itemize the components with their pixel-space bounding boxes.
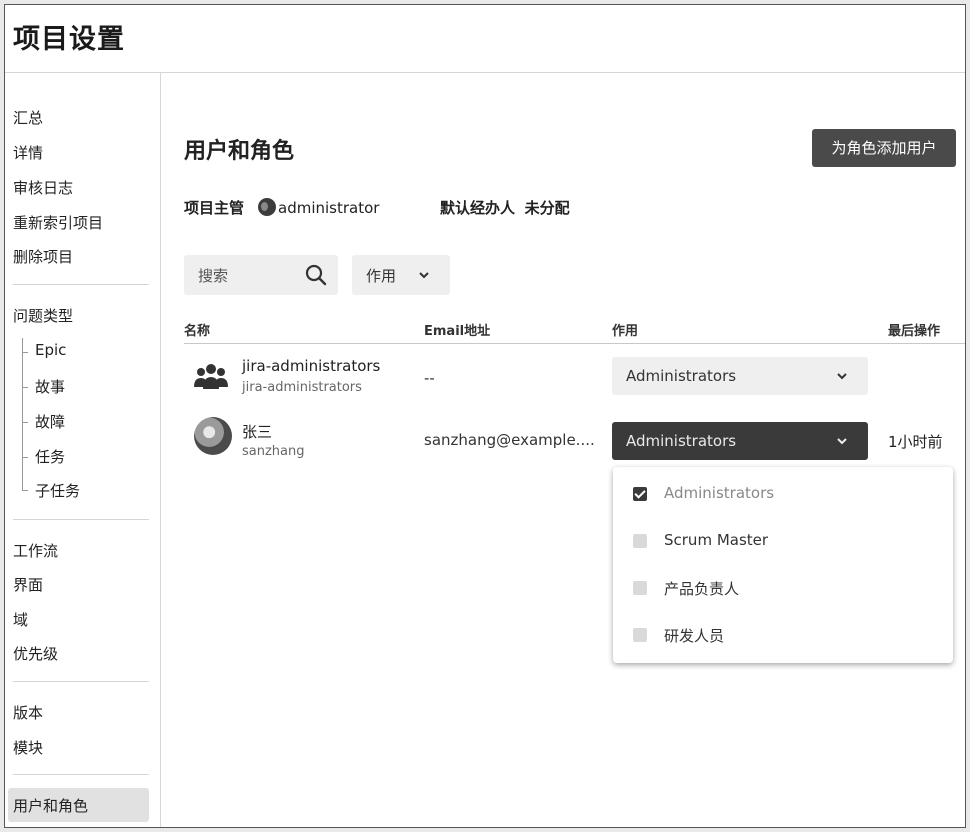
sidebar-item-users-and-roles[interactable]: 用户和角色 <box>8 788 149 822</box>
user-avatar-icon <box>258 198 277 216</box>
sidebar-item-priorities[interactable]: 优先级 <box>13 643 58 664</box>
project-settings-window: 项目设置 汇总 详情 审核日志 重新索引项目 删除项目 问题类型 Epic 故事… <box>4 4 966 828</box>
sidebar-item-details[interactable]: 详情 <box>13 142 43 163</box>
sidebar-item-workflows[interactable]: 工作流 <box>13 540 58 561</box>
checkbox-icon[interactable] <box>633 581 647 595</box>
sidebar-item-audit-log[interactable]: 审核日志 <box>13 177 73 198</box>
tree-tick <box>22 457 28 458</box>
chevron-down-icon <box>837 373 847 380</box>
role-filter-label: 作用 <box>366 267 397 285</box>
column-header-email[interactable]: Email地址 <box>424 320 490 339</box>
tree-tick <box>22 387 28 388</box>
column-header-name[interactable]: 名称 <box>184 320 210 339</box>
role-option-label: 产品负责人 <box>664 580 740 598</box>
main-content: 用户和角色 为角色添加用户 项目主管 administrator 默认经办人 未分… <box>162 73 965 827</box>
search-icon[interactable] <box>304 263 328 287</box>
default-assignee-label: 默认经办人 <box>440 199 516 217</box>
sidebar-item-fields[interactable]: 域 <box>13 609 28 630</box>
project-lead: 项目主管 administrator <box>184 197 379 218</box>
sidebar-item-summary[interactable]: 汇总 <box>13 107 43 128</box>
search-placeholder: 搜索 <box>198 267 229 285</box>
sidebar-item-subtask[interactable]: 子任务 <box>35 480 80 501</box>
user-name[interactable]: 张三 <box>242 421 272 442</box>
table-row: jira-administrators jira-administrators … <box>184 347 965 409</box>
sidebar-divider <box>13 519 149 520</box>
sidebar-item-task[interactable]: 任务 <box>35 446 65 467</box>
sidebar-item-bug[interactable]: 故障 <box>35 411 65 432</box>
role-option-label: 研发人员 <box>664 627 725 645</box>
user-email: sanzhang@example.... <box>424 431 595 449</box>
table-row: 张三 sanzhang sanzhang@example.... Adminis… <box>184 411 965 473</box>
page-title: 用户和角色 <box>184 139 295 164</box>
sidebar-divider <box>13 284 149 285</box>
avatar <box>194 417 232 455</box>
checkbox-icon[interactable] <box>633 628 647 642</box>
user-id: jira-administrators <box>242 380 362 395</box>
sidebar-item-versions[interactable]: 版本 <box>13 702 43 723</box>
checkbox-icon[interactable] <box>633 534 647 548</box>
group-icon <box>194 364 228 389</box>
role-select[interactable]: Administrators <box>612 357 868 395</box>
sidebar-item-components[interactable]: 模块 <box>13 737 43 758</box>
role-select-value: Administrators <box>626 367 737 385</box>
user-email: -- <box>424 369 435 387</box>
chevron-down-icon <box>837 438 847 445</box>
user-id: sanzhang <box>242 444 305 459</box>
sidebar-item-issue-types[interactable]: 问题类型 <box>13 305 73 326</box>
role-dropdown-menu: Administrators Scrum Master 产品负责人 研发人员 <box>613 467 953 663</box>
last-action: 1小时前 <box>888 433 943 451</box>
sidebar-item-epic[interactable]: Epic <box>35 341 66 359</box>
sidebar-divider <box>13 681 149 682</box>
default-assignee-value: 未分配 <box>524 199 570 217</box>
add-users-to-role-button[interactable]: 为角色添加用户 <box>812 129 956 167</box>
top-bar: 项目设置 <box>5 5 965 73</box>
sidebar-item-delete-project[interactable]: 删除项目 <box>13 246 73 267</box>
tree-line <box>22 338 23 490</box>
page-header-title: 项目设置 <box>13 24 125 55</box>
user-name[interactable]: jira-administrators <box>242 357 380 375</box>
checkbox-checked-icon[interactable] <box>633 487 647 501</box>
sidebar-divider <box>13 774 149 775</box>
role-option-label: Administrators <box>664 484 775 502</box>
sidebar-item-story[interactable]: 故事 <box>35 376 65 397</box>
column-header-role[interactable]: 作用 <box>612 320 638 339</box>
tree-tick <box>22 490 28 491</box>
role-option-label: Scrum Master <box>664 531 769 549</box>
tree-tick <box>22 422 28 423</box>
search-input[interactable]: 搜索 <box>184 255 338 295</box>
sidebar: 汇总 详情 审核日志 重新索引项目 删除项目 问题类型 Epic 故事 故障 任… <box>5 73 161 827</box>
project-lead-label: 项目主管 <box>184 199 245 217</box>
role-filter-dropdown[interactable]: 作用 <box>352 255 450 295</box>
role-select-value: Administrators <box>626 432 737 450</box>
tree-tick <box>22 352 28 353</box>
sidebar-item-screens[interactable]: 界面 <box>13 574 43 595</box>
default-assignee: 默认经办人 未分配 <box>440 197 570 218</box>
chevron-down-icon <box>419 272 429 279</box>
project-lead-value[interactable]: administrator <box>278 199 379 217</box>
sidebar-item-reindex[interactable]: 重新索引项目 <box>13 212 103 233</box>
role-select[interactable]: Administrators <box>612 422 868 460</box>
column-header-last-action[interactable]: 最后操作 <box>888 320 940 339</box>
table-header-divider <box>184 343 965 344</box>
